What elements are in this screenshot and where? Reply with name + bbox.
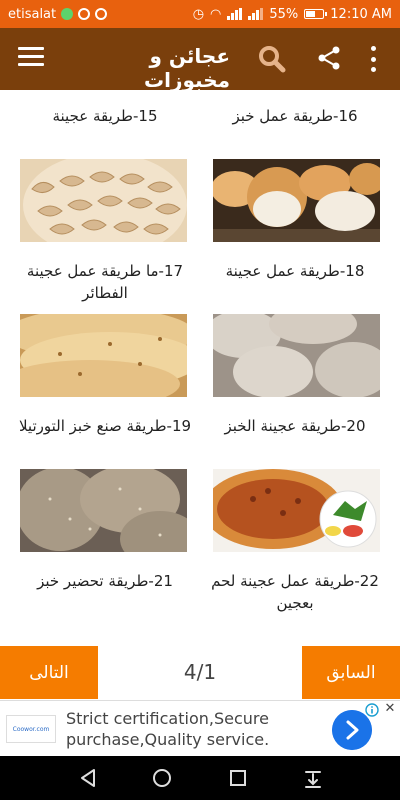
- recipe-title: 21-طريقة تحضير خبز: [37, 572, 173, 590]
- recents-icon[interactable]: [226, 766, 250, 790]
- battery-percent: 55%: [269, 6, 299, 22]
- recipe-card[interactable]: 15-طريقة عجينة: [15, 105, 195, 127]
- phone-icon: [95, 8, 108, 20]
- battery-icon: [304, 9, 328, 19]
- lahm-bajeen-photo: [213, 469, 380, 552]
- recipe-card-label[interactable]: 20-طريقة عجينة الخبز: [205, 415, 385, 437]
- recipe-card[interactable]: 16-طريقة عمل خبز: [205, 105, 385, 127]
- system-nav-bar: [0, 756, 400, 800]
- recipe-title: 15-طريقة عجينة: [52, 107, 158, 125]
- search-icon[interactable]: [258, 45, 286, 73]
- ad-banner[interactable]: Coowor.com Strict certification,Secure p…: [0, 700, 400, 756]
- recipe-card-label[interactable]: 18-طريقة عمل عجينة: [205, 260, 385, 282]
- wifi-icon: ◠: [210, 6, 222, 22]
- menu-icon[interactable]: [18, 47, 44, 69]
- page-title: عجائن و مخبوزات: [144, 44, 230, 92]
- fried-pastries-photo: [20, 159, 187, 242]
- dough-circles-photo: [213, 314, 380, 397]
- ad-text: Strict certification,Secure purchase,Qua…: [66, 709, 270, 749]
- clock: 12:10 AM: [330, 6, 392, 22]
- carrier-name: etisalat: [8, 6, 57, 22]
- recipe-title: 22-طريقة عمل عجينة لحم بعجين: [211, 572, 379, 612]
- ad-info-icon[interactable]: [365, 703, 379, 717]
- back-icon[interactable]: [76, 766, 100, 790]
- page-indicator: 4/1: [183, 660, 217, 684]
- recipe-title: 18-طريقة عمل عجينة: [225, 262, 365, 280]
- advertiser-logo: Coowor.com: [6, 715, 56, 743]
- recipe-title: 16-طريقة عمل خبز: [232, 107, 358, 125]
- pagination-bar: التالى 4/1 السابق: [0, 642, 400, 700]
- bread-rolls-photo: [213, 159, 380, 242]
- notification-icon: [78, 8, 91, 20]
- recipe-title: 19-طريقة صنع خبز التورتيلا: [18, 417, 192, 435]
- home-icon[interactable]: [150, 766, 174, 790]
- tortilla-photo: [20, 314, 187, 397]
- notification-pulldown-icon[interactable]: [301, 766, 325, 790]
- whatsapp-icon: [61, 8, 74, 20]
- next-button[interactable]: التالى: [0, 646, 98, 699]
- recipe-card-label[interactable]: 19-طريقة صنع خبز التورتيلا: [15, 415, 195, 437]
- recipe-title: 17-ما طريقة عمل عجينة الفطائر: [26, 262, 184, 302]
- status-bar: etisalat ◷ ◠ 55% 12:10 AM: [0, 0, 400, 28]
- recipe-card-label[interactable]: 21-طريقة تحضير خبز: [15, 570, 195, 592]
- recipe-grid: 15-طريقة عجينة 16-طريقة عمل خبز 17-ما طر…: [0, 90, 400, 642]
- ad-close-icon[interactable]: ✕: [383, 702, 397, 716]
- recipe-card-label[interactable]: 17-ما طريقة عمل عجينة الفطائر: [15, 260, 195, 304]
- share-icon[interactable]: [316, 45, 342, 71]
- sesame-bread-photo: [20, 469, 187, 552]
- app-bar: عجائن و مخبوزات: [0, 28, 400, 92]
- recipe-card-label[interactable]: 22-طريقة عمل عجينة لحم بعجين: [205, 570, 385, 614]
- recipe-title: 20-طريقة عجينة الخبز: [224, 417, 366, 435]
- signal-icon: [227, 8, 243, 20]
- signal-icon-2: [248, 8, 264, 20]
- previous-button[interactable]: السابق: [302, 646, 400, 699]
- alarm-icon: ◷: [192, 6, 205, 22]
- more-vert-icon[interactable]: [366, 46, 380, 72]
